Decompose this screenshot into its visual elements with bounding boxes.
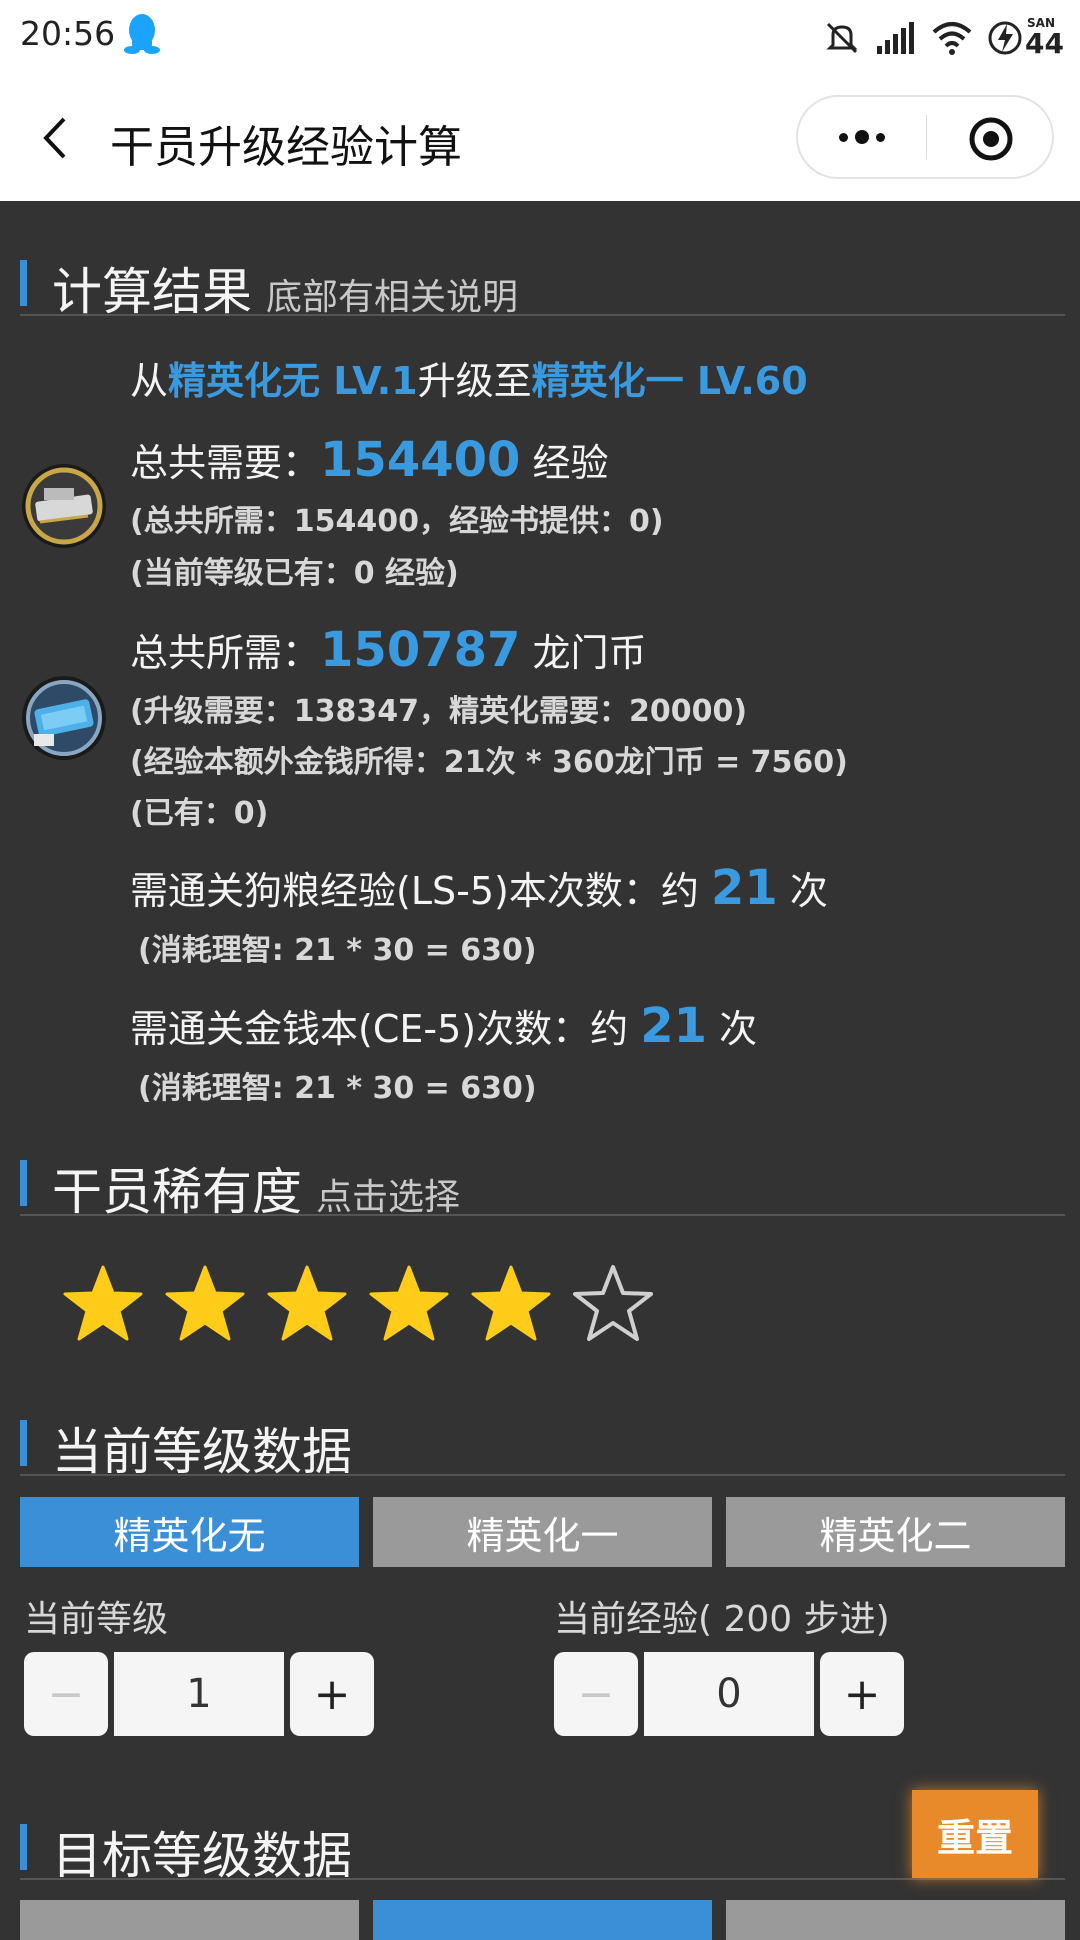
target-tab-elite-none[interactable]	[20, 1900, 359, 1940]
current-exp-stepper: − 0 +	[554, 1652, 904, 1736]
mute-icon	[826, 22, 858, 54]
exp-unit: 经验	[532, 441, 609, 485]
ls-value: 21	[710, 860, 778, 916]
ls-sanity-detail: (消耗理智: 21 * 30 = 630)	[138, 933, 537, 968]
qq-icon	[124, 14, 160, 54]
rarity-subtitle: 点击选择	[316, 1177, 461, 1218]
exp-value[interactable]: 0	[644, 1652, 814, 1736]
result-title: 计算结果 底部有相关说明	[52, 252, 518, 324]
signal-icon	[877, 22, 915, 54]
ls-unit: 次	[789, 869, 828, 913]
battery-level: 44	[1025, 27, 1064, 60]
rarity-title: 干员稀有度 点击选择	[52, 1152, 460, 1224]
ce-unit: 次	[719, 1007, 758, 1051]
star-filled-icon[interactable]	[164, 1262, 246, 1344]
result-section-header: 计算结果 底部有相关说明	[20, 244, 1065, 321]
to-value: 精英化一 LV.60	[531, 359, 808, 403]
star-empty-icon[interactable]	[572, 1262, 654, 1344]
rarity-star-selector	[62, 1262, 654, 1344]
exp-detail-2: (当前等级已有：0 经验)	[130, 556, 459, 591]
coin-detail-2: (经验本额外金钱所得：21次 * 360龙门币 = 7560)	[130, 745, 848, 780]
target-tab-elite-one[interactable]	[373, 1900, 712, 1940]
target-section-header: 目标等级数据	[20, 1808, 1065, 1885]
ce-value: 21	[640, 998, 707, 1054]
more-dots-icon[interactable]	[798, 97, 926, 177]
current-elite-tabs: 精英化无 精英化一 精英化二	[20, 1497, 1065, 1567]
target-elite-tabs	[20, 1900, 1065, 1940]
star-filled-icon[interactable]	[470, 1262, 552, 1344]
coin-value: 150787	[320, 622, 521, 678]
to-prefix: 升级至	[417, 359, 532, 403]
current-tab-elite-none[interactable]: 精英化无	[20, 1497, 359, 1567]
page-title: 干员升级经验计算	[110, 122, 462, 173]
current-tab-elite-two[interactable]: 精英化二	[726, 1497, 1065, 1567]
exp-increment-button[interactable]: +	[820, 1652, 904, 1736]
chevron-left-icon[interactable]	[32, 113, 82, 163]
coin-detail-1: (升级需要：138347，精英化需要：20000)	[130, 694, 748, 729]
coin-unit: 龙门币	[532, 631, 647, 675]
lmd-coin-icon	[22, 676, 106, 760]
mini-program-capsule	[796, 95, 1054, 179]
coin-total-line: 总共所需：150787 龙门币	[130, 622, 647, 678]
reset-button[interactable]: 重置	[912, 1790, 1038, 1878]
battery-sub-label: SAN	[1027, 16, 1056, 30]
current-title: 当前等级数据	[52, 1423, 352, 1481]
ce-sanity-detail: (消耗理智: 21 * 30 = 630)	[138, 1071, 537, 1106]
target-close-icon[interactable]	[968, 116, 1014, 162]
section-accent-bar	[20, 1160, 27, 1206]
status-time: 20:56	[20, 14, 116, 53]
level-value[interactable]: 1	[114, 1652, 284, 1736]
status-bar: 20:56 SAN 44	[0, 0, 1080, 75]
target-tab-elite-two[interactable]	[726, 1900, 1065, 1940]
current-tab-elite-one[interactable]: 精英化一	[373, 1497, 712, 1567]
level-increment-button[interactable]: +	[290, 1652, 374, 1736]
section-accent-bar	[20, 1420, 27, 1466]
exp-detail-1: (总共所需：154400，经验书提供：0)	[130, 504, 664, 539]
star-filled-icon[interactable]	[368, 1262, 450, 1344]
current-section-header: 当前等级数据	[20, 1404, 1065, 1481]
current-level-label: 当前等级	[24, 1599, 169, 1640]
result-subtitle: 底部有相关说明	[266, 277, 519, 318]
section-accent-bar	[20, 260, 27, 306]
exp-card-icon	[22, 464, 106, 548]
target-title: 目标等级数据	[52, 1827, 352, 1885]
rarity-section-header: 干员稀有度 点击选择	[20, 1144, 1065, 1221]
coin-label: 总共所需：	[130, 631, 321, 675]
nav-bar: 干员升级经验计算	[0, 75, 1080, 201]
ce-runs-line: 需通关金钱本(CE-5)次数：约 21 次	[130, 998, 757, 1054]
level-decrement-button[interactable]: −	[24, 1652, 108, 1736]
exp-total-line: 总共需要：154400 经验	[130, 432, 609, 488]
current-level-stepper: − 1 +	[24, 1652, 374, 1736]
rarity-title-text: 干员稀有度	[52, 1163, 302, 1221]
exp-decrement-button[interactable]: −	[554, 1652, 638, 1736]
star-filled-icon[interactable]	[266, 1262, 348, 1344]
ls-runs-line: 需通关狗粮经验(LS-5)本次数：约 21 次	[130, 860, 828, 916]
from-value: 精英化无 LV.1	[168, 359, 418, 403]
exp-label: 总共需要：	[130, 441, 321, 485]
status-icons: SAN 44	[823, 14, 1064, 62]
result-title-text: 计算结果	[52, 263, 252, 321]
battery-charging-icon	[988, 21, 1022, 55]
battery-indicator: SAN 44	[987, 16, 1064, 60]
section-accent-bar	[20, 1824, 27, 1870]
capsule-divider	[926, 115, 927, 159]
from-prefix: 从	[130, 359, 169, 403]
exp-value: 154400	[320, 432, 521, 488]
current-exp-label: 当前经验( 200 步进)	[554, 1599, 890, 1640]
star-filled-icon[interactable]	[62, 1262, 144, 1344]
wifi-icon	[932, 22, 972, 55]
ls-label: 需通关狗粮经验(LS-5)本次数：约	[130, 869, 699, 913]
coin-detail-3: (已有：0)	[130, 796, 269, 831]
ce-label: 需通关金钱本(CE-5)次数：约	[130, 1007, 629, 1051]
upgrade-path-line: 从精英化无 LV.1升级至精英化一 LV.60	[130, 350, 808, 405]
